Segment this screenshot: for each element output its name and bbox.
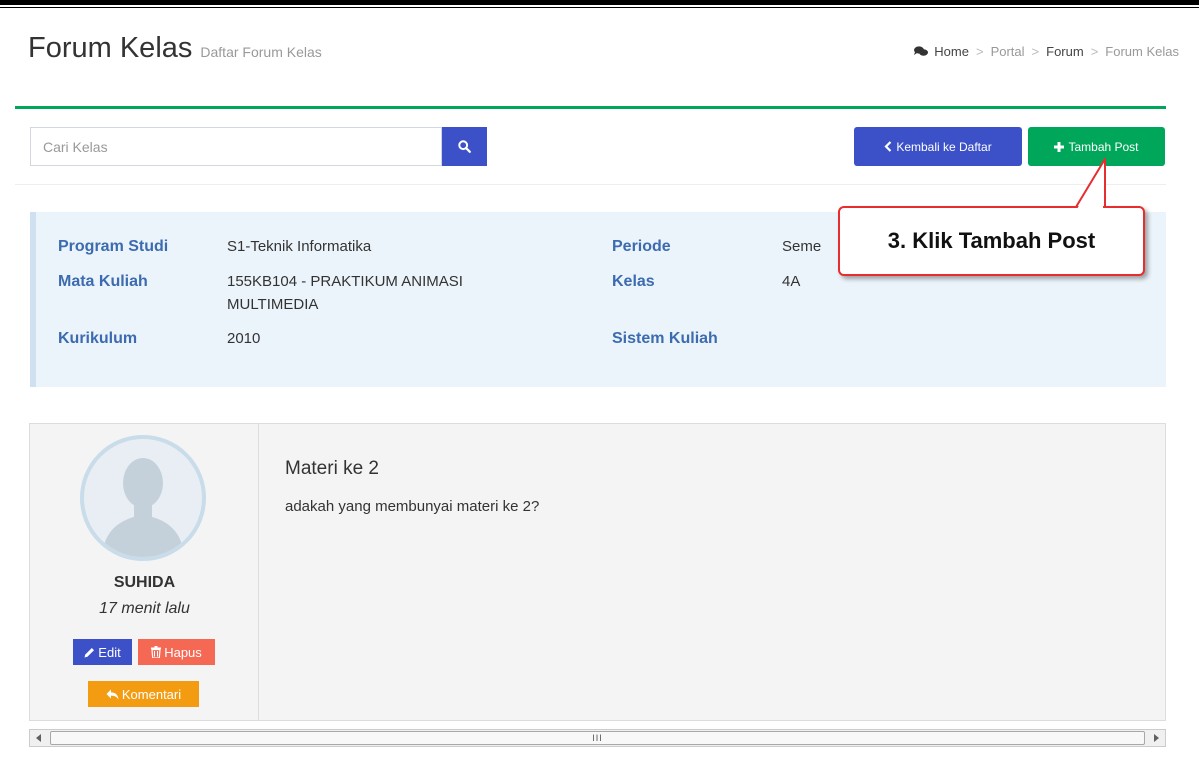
program-studi-label: Program Studi	[58, 238, 169, 255]
breadcrumb-separator: >	[975, 44, 984, 59]
breadcrumb-forum[interactable]: Forum	[1046, 44, 1084, 59]
periode-label: Periode	[612, 238, 671, 255]
page-header: Forum Kelas Daftar Forum Kelas	[28, 32, 322, 72]
breadcrumb-separator: >	[1031, 44, 1040, 59]
avatar	[80, 435, 206, 561]
comments-icon	[914, 46, 929, 56]
breadcrumb-portal[interactable]: Portal	[991, 44, 1025, 59]
post-body: adakah yang membunyai materi ke 2?	[285, 498, 540, 515]
search-input[interactable]	[30, 127, 442, 166]
breadcrumb-home[interactable]: Home	[934, 44, 969, 59]
back-to-list-label: Kembali ke Daftar	[896, 139, 992, 154]
add-post-button[interactable]: Tambah Post	[1028, 127, 1165, 166]
kelas-value: 4A	[782, 273, 801, 290]
search-group	[30, 127, 487, 166]
add-post-label: Tambah Post	[1068, 139, 1139, 154]
kelas-label: Kelas	[612, 273, 655, 290]
breadcrumb-separator: >	[1090, 44, 1099, 59]
post-title: Materi ke 2	[285, 458, 379, 479]
triangle-left-icon	[36, 734, 41, 742]
post-author-panel: SUHIDA 17 menit lalu Edit Hapus Komentar…	[30, 424, 259, 720]
comment-button[interactable]: Komentari	[88, 681, 199, 707]
trash-icon	[151, 646, 162, 658]
mata-kuliah-value-cont: MULTIMEDIA	[227, 296, 319, 313]
kurikulum-value: 2010	[227, 330, 261, 347]
page-subtitle: Daftar Forum Kelas	[200, 44, 322, 60]
edit-button[interactable]: Edit	[73, 639, 132, 665]
mata-kuliah-value: 155KB104 - PRAKTIKUM ANIMASI	[227, 273, 463, 290]
periode-value: Seme	[782, 238, 822, 255]
scrollbar-grip: III	[592, 733, 603, 743]
program-studi-value: S1-Teknik Informatika	[227, 238, 372, 255]
scroll-left-button[interactable]	[31, 730, 47, 746]
search-button[interactable]	[442, 127, 487, 166]
instruction-callout: 3. Klik Tambah Post	[838, 206, 1145, 276]
breadcrumb: Home > Portal > Forum > Forum Kelas	[914, 44, 1179, 59]
kurikulum-label: Kurikulum	[58, 330, 138, 347]
reply-icon	[106, 689, 119, 699]
post-time: 17 menit lalu	[99, 600, 190, 617]
chevron-left-icon	[884, 141, 892, 152]
sistem-kuliah-label: Sistem Kuliah	[612, 330, 718, 347]
plus-icon	[1054, 141, 1065, 152]
scrollbar-thumb[interactable]: III	[50, 731, 1145, 745]
divider	[15, 184, 1166, 185]
pencil-icon	[84, 647, 95, 657]
mata-kuliah-label: Mata Kuliah	[58, 273, 148, 290]
triangle-right-icon	[1154, 734, 1159, 742]
horizontal-scrollbar[interactable]: III	[29, 729, 1166, 747]
edit-label: Edit	[98, 644, 121, 660]
delete-label: Hapus	[164, 644, 202, 660]
comment-label: Komentari	[121, 686, 182, 702]
post-author: SUHIDA	[113, 574, 176, 591]
top-border-thin	[0, 7, 1199, 8]
breadcrumb-current: Forum Kelas	[1105, 44, 1179, 59]
user-silhouette-icon	[84, 439, 202, 557]
back-to-list-button[interactable]: Kembali ke Daftar	[854, 127, 1022, 166]
scroll-right-button[interactable]	[1148, 730, 1164, 746]
search-icon	[458, 140, 471, 153]
delete-button[interactable]: Hapus	[138, 639, 215, 665]
top-border	[0, 0, 1199, 5]
forum-post: SUHIDA 17 menit lalu Edit Hapus Komentar…	[29, 423, 1166, 721]
page-title: Forum Kelas	[28, 32, 193, 64]
forum-box: Kembali ke Daftar Tambah Post Program St…	[15, 106, 1166, 760]
